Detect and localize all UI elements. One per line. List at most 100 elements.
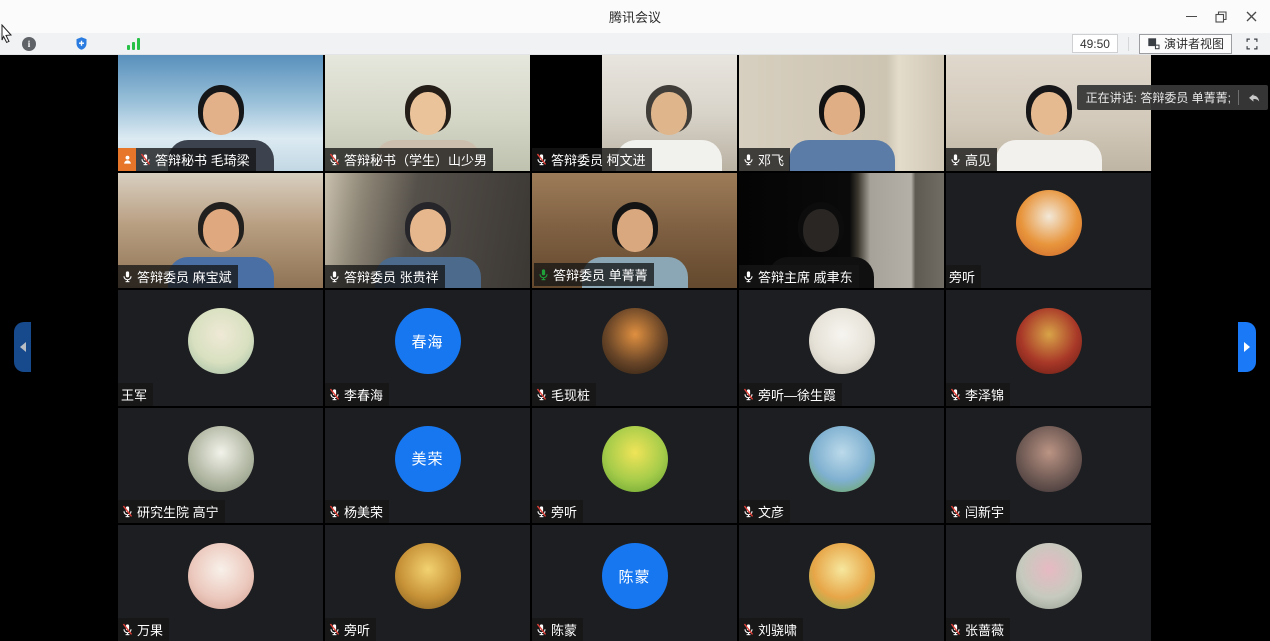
mic-muted-icon: [949, 623, 962, 636]
participant-name: 闫新宇: [965, 502, 1004, 521]
participant-name: 答辩委员 柯文进: [551, 150, 646, 169]
mic-on-icon: [742, 270, 755, 283]
video-tile[interactable]: 答辩委员 柯文进: [532, 55, 737, 171]
video-tile[interactable]: 万果: [118, 525, 323, 641]
participant-avatar: [1016, 543, 1082, 609]
name-label-bar: 毛现桩: [532, 383, 596, 406]
mic-on-icon: [328, 270, 341, 283]
participant-name: 文彦: [758, 502, 784, 521]
participant-avatar: 美荣: [395, 426, 461, 492]
mic-muted-icon: [742, 388, 755, 401]
toolbar-divider: [1128, 37, 1129, 51]
name-label-bar: 邓飞: [739, 148, 790, 171]
video-tile[interactable]: 旁听: [946, 173, 1151, 289]
name-label-bar: 答辩秘书 毛琦梁: [118, 148, 256, 171]
restore-button[interactable]: [1206, 0, 1236, 33]
participant-name: 旁听: [551, 502, 577, 521]
video-tile[interactable]: 张蔷薇: [946, 525, 1151, 641]
fullscreen-icon: [1245, 37, 1259, 51]
close-button[interactable]: [1236, 0, 1266, 33]
participant-name: 研究生院 高宁: [137, 502, 219, 521]
security-shield-icon[interactable]: [74, 36, 89, 51]
mic-muted-icon: [121, 505, 134, 518]
toolbar: i 49:50 演讲者视图: [0, 33, 1270, 55]
participant-avatar: [809, 426, 875, 492]
video-tile[interactable]: 答辩秘书（学生）山少男: [325, 55, 530, 171]
video-tile[interactable]: 闫新宇: [946, 408, 1151, 524]
name-label-bar: 答辩委员 麻宝斌: [118, 265, 238, 288]
fullscreen-button[interactable]: [1242, 34, 1262, 54]
participant-avatar: [1016, 308, 1082, 374]
speaker-view-button[interactable]: 演讲者视图: [1139, 34, 1232, 54]
mic-on-icon: [949, 153, 962, 166]
host-badge-icon: [118, 148, 136, 171]
video-tile[interactable]: 毛现桩: [532, 290, 737, 406]
minimize-icon: [1186, 16, 1197, 17]
video-tile[interactable]: 答辩主席 戚聿东: [739, 173, 944, 289]
video-tile[interactable]: 答辩委员 麻宝斌: [118, 173, 323, 289]
name-label-bar: 刘骁啸: [739, 618, 803, 641]
prev-page-button[interactable]: [14, 322, 31, 372]
video-tile[interactable]: 刘骁啸: [739, 525, 944, 641]
name-label-bar: 杨美荣: [325, 500, 389, 523]
mic-muted-icon: [742, 623, 755, 636]
name-label-bar: 答辩委员 单菁菁: [534, 263, 654, 286]
participant-avatar: [809, 308, 875, 374]
video-tile[interactable]: 邓飞: [739, 55, 944, 171]
name-label-bar: 答辩主席 戚聿东: [739, 265, 859, 288]
video-tile[interactable]: 旁听: [325, 525, 530, 641]
meeting-info-icon[interactable]: i: [22, 37, 36, 51]
video-tile[interactable]: 答辩委员 张贵祥: [325, 173, 530, 289]
mic-muted-icon: [328, 153, 341, 166]
video-tile[interactable]: 答辩秘书 毛琦梁: [118, 55, 323, 171]
speaking-toast-arrow-icon[interactable]: [1246, 91, 1262, 105]
participant-name: 陈蒙: [551, 620, 577, 639]
participant-avatar: [602, 426, 668, 492]
next-page-button[interactable]: [1238, 322, 1256, 372]
name-label-bar: 王军: [118, 383, 153, 406]
network-signal-icon[interactable]: [127, 37, 142, 50]
participant-name: 旁听: [344, 620, 370, 639]
name-label-bar: 答辩委员 柯文进: [532, 148, 652, 171]
mic-on-icon: [742, 153, 755, 166]
video-tile[interactable]: 陈蒙 陈蒙: [532, 525, 737, 641]
video-tile[interactable]: 旁听—徐生霞: [739, 290, 944, 406]
video-tile[interactable]: 李泽锦: [946, 290, 1151, 406]
mic-muted-icon: [535, 388, 548, 401]
video-tile[interactable]: 研究生院 高宁: [118, 408, 323, 524]
participant-name: 万果: [137, 620, 163, 639]
name-label-bar: 张蔷薇: [946, 618, 1010, 641]
mic-muted-icon: [139, 153, 152, 166]
participant-avatar: [1016, 190, 1082, 256]
video-tile[interactable]: 高见: [946, 55, 1151, 171]
speaking-toast: 正在讲话: 答辩委员 单菁菁;: [1077, 85, 1268, 110]
next-arrow-icon: [1244, 342, 1250, 352]
name-label-bar: 闫新宇: [946, 500, 1010, 523]
title-bar: 腾讯会议: [0, 0, 1270, 33]
participant-avatar: [188, 308, 254, 374]
main-area: 答辩秘书 毛琦梁 答辩秘书（学生）山少男 答辩委员 柯文进 邓飞 高见 答辩委员…: [0, 55, 1270, 641]
name-label-bar: 旁听: [946, 265, 981, 288]
speaking-toast-text: 正在讲话: 答辩委员 单菁菁;: [1086, 89, 1231, 106]
mic-speaking-icon: [537, 268, 550, 281]
toast-divider: [1238, 90, 1239, 105]
minimize-button[interactable]: [1176, 0, 1206, 33]
video-tile[interactable]: 王军: [118, 290, 323, 406]
mic-muted-icon: [121, 623, 134, 636]
video-tile[interactable]: 旁听: [532, 408, 737, 524]
video-tile[interactable]: 文彦: [739, 408, 944, 524]
mic-muted-icon: [535, 623, 548, 636]
video-tile[interactable]: 春海 李春海: [325, 290, 530, 406]
name-label-bar: 旁听: [325, 618, 376, 641]
participant-avatar: 春海: [395, 308, 461, 374]
participant-name: 毛现桩: [551, 385, 590, 404]
speaker-view-label: 演讲者视图: [1164, 35, 1224, 52]
name-label-bar: 旁听: [532, 500, 583, 523]
name-label-bar: 答辩委员 张贵祥: [325, 265, 445, 288]
participant-name: 旁听—徐生霞: [758, 385, 836, 404]
participant-name: 旁听: [949, 267, 975, 286]
video-tile[interactable]: 美荣 杨美荣: [325, 408, 530, 524]
name-label-bar: 旁听—徐生霞: [739, 383, 842, 406]
video-tile[interactable]: 答辩委员 单菁菁: [532, 173, 737, 289]
participant-name: 答辩秘书（学生）山少男: [344, 150, 487, 169]
